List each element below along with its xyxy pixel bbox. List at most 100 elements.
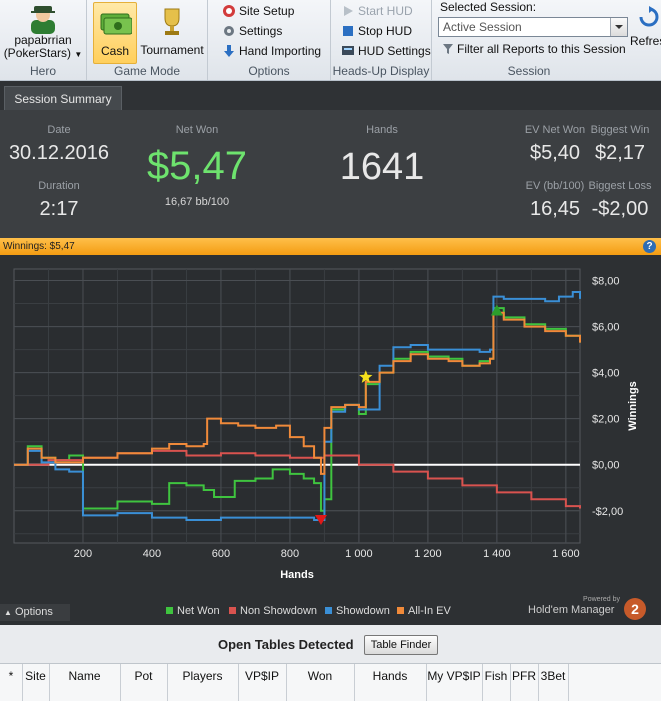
x-tick-label: 800 [281, 548, 299, 560]
hero-avatar-icon[interactable] [29, 4, 57, 34]
biggest-loss-label: Biggest Loss [588, 180, 652, 192]
poker-chip-icon [223, 5, 235, 17]
hud-group: Start HUD Stop HUD HUD Settings Heads-Up… [331, 0, 432, 80]
refresh-icon [639, 6, 659, 27]
winnings-chart-panel: 200 400 600 800 1 000 1 200 1 400 1 600 -$2,00 $0… [0, 255, 661, 625]
winnings-bar-text: Winnings: $5,47 [3, 241, 75, 252]
game-mode-group: Cash Tournament Game Mode [87, 0, 208, 80]
net-won-value: $5,47 [146, 144, 248, 188]
y-axis-title: Winnings [627, 381, 639, 430]
hero-site: (PokerStars) ▼ [3, 46, 83, 60]
winnings-bar: Winnings: $5,47 ? [0, 238, 661, 255]
duration-label: Duration [38, 180, 80, 192]
y-tick-label: $8,00 [592, 276, 620, 288]
powered-by-text: Powered by [583, 596, 620, 603]
column-header-hands[interactable]: Hands [354, 664, 427, 701]
duration-value: 2:17 [39, 198, 79, 220]
ev-net-won-value: $5,40 [529, 142, 581, 164]
date-value: 30.12.2016 [8, 142, 110, 164]
refresh-label: Refres [630, 34, 661, 48]
tournament-button[interactable]: Tournament [139, 2, 205, 62]
ev-bb-label: EV (bb/100) [525, 180, 585, 192]
legend-net-won[interactable]: Net Won [166, 605, 220, 619]
column-header-players[interactable]: Players [167, 664, 239, 701]
y-tick-label: -$2,00 [592, 506, 623, 518]
biggest-win-value: $2,17 [594, 142, 646, 164]
session-select-value: Active Session [443, 20, 522, 34]
stop-hud-button[interactable]: Stop HUD [341, 22, 412, 40]
winnings-chart: 200 400 600 800 1 000 1 200 1 400 1 600 -$2,00 $0… [13, 268, 639, 581]
hud-settings-icon [342, 46, 354, 55]
holdem-manager-logo: Hold'em Manager [528, 604, 615, 616]
stop-icon [343, 26, 353, 36]
ev-net-won-label: EV Net Won [524, 124, 586, 136]
x-tick-label: 1 200 [414, 548, 442, 560]
settings-button[interactable]: Settings [222, 22, 282, 40]
legend-allin-ev[interactable]: All-In EV [397, 605, 451, 619]
legend-showdown[interactable]: Showdown [325, 605, 390, 619]
y-tick-label: $6,00 [592, 322, 620, 334]
hands-label: Hands [366, 124, 398, 136]
help-icon[interactable]: ? [643, 240, 656, 253]
chevron-up-icon: ▲ [4, 608, 12, 617]
legend-swatch [166, 607, 173, 614]
x-tick-label: 1 000 [345, 548, 373, 560]
column-header-site[interactable]: Site [22, 664, 50, 701]
x-tick-label: 200 [74, 548, 92, 560]
session-group-label: Session [507, 64, 551, 78]
trophy-icon [164, 8, 180, 35]
net-won-bb: 16,67 bb/100 [164, 196, 230, 208]
options-toggle[interactable]: ▲ Options [0, 604, 70, 621]
hands-value: 1641 [339, 146, 425, 188]
hud-settings-button[interactable]: HUD Settings [341, 42, 431, 60]
game-mode-group-label: Game Mode [113, 64, 181, 78]
play-icon [344, 6, 353, 16]
cash-label: Cash [100, 44, 129, 58]
y-tick-label: $2,00 [592, 414, 620, 426]
import-arrow-icon [224, 45, 234, 57]
x-tick-label: 600 [212, 548, 230, 560]
dropdown-arrow-icon[interactable] [610, 18, 627, 36]
session-select[interactable]: Active Session [438, 17, 628, 37]
column-header-won[interactable]: Won [286, 664, 355, 701]
column-header-my-vpip[interactable]: My VP$IP [426, 664, 483, 701]
cash-button[interactable]: Cash [93, 2, 137, 64]
hero-group-label: Hero [29, 64, 56, 78]
options-group-label: Options [248, 64, 290, 78]
column-header-pfr[interactable]: PFR [510, 664, 539, 701]
hud-group-label: Heads-Up Display [332, 64, 430, 78]
open-tables-title: Open Tables Detected [218, 637, 354, 652]
biggest-loss-value: -$2,00 [591, 198, 649, 220]
column-header-vpip[interactable]: VP$IP [238, 664, 287, 701]
column-header-name[interactable]: Name [49, 664, 121, 701]
start-hud-button[interactable]: Start HUD [341, 2, 413, 20]
legend-non-showdown[interactable]: Non Showdown [229, 605, 317, 619]
filter-reports-button[interactable]: Filter all Reports to this Session [442, 40, 626, 58]
options-group: Site Setup Settings Hand Importing Optio… [208, 0, 331, 80]
table-finder-button[interactable]: Table Finder [364, 635, 438, 655]
net-won-label: Net Won [175, 124, 219, 136]
x-tick-label: 1 600 [552, 548, 580, 560]
tab-bar: Session Summary [0, 81, 661, 111]
hero-name[interactable]: papabrrian (PokerStars) ▼ [0, 34, 86, 61]
y-tick-label: $4,00 [592, 368, 620, 380]
column-header-fish[interactable]: Fish [482, 664, 511, 701]
legend-swatch [325, 607, 332, 614]
holdem-manager-badge: 2 [624, 598, 646, 620]
y-tick-label: $0,00 [592, 460, 620, 472]
refresh-button[interactable]: Refres [630, 0, 661, 80]
site-setup-button[interactable]: Site Setup [222, 2, 294, 20]
x-axis-title: Hands [280, 569, 314, 581]
legend-swatch [229, 607, 236, 614]
date-label: Date [47, 124, 71, 136]
column-header-3bet[interactable]: 3Bet [538, 664, 569, 701]
gear-icon [224, 26, 234, 36]
x-tick-label: 1 400 [483, 548, 511, 560]
column-header-pot[interactable]: Pot [120, 664, 168, 701]
open-tables-header: * Site Name Pot Players VP$IP Won Hands … [0, 663, 661, 701]
column-header-star[interactable]: * [0, 664, 23, 701]
options-label: Options [14, 606, 53, 618]
biggest-win-label: Biggest Win [590, 124, 650, 136]
tab-session-summary[interactable]: Session Summary [4, 86, 122, 111]
hand-importing-button[interactable]: Hand Importing [222, 42, 321, 60]
